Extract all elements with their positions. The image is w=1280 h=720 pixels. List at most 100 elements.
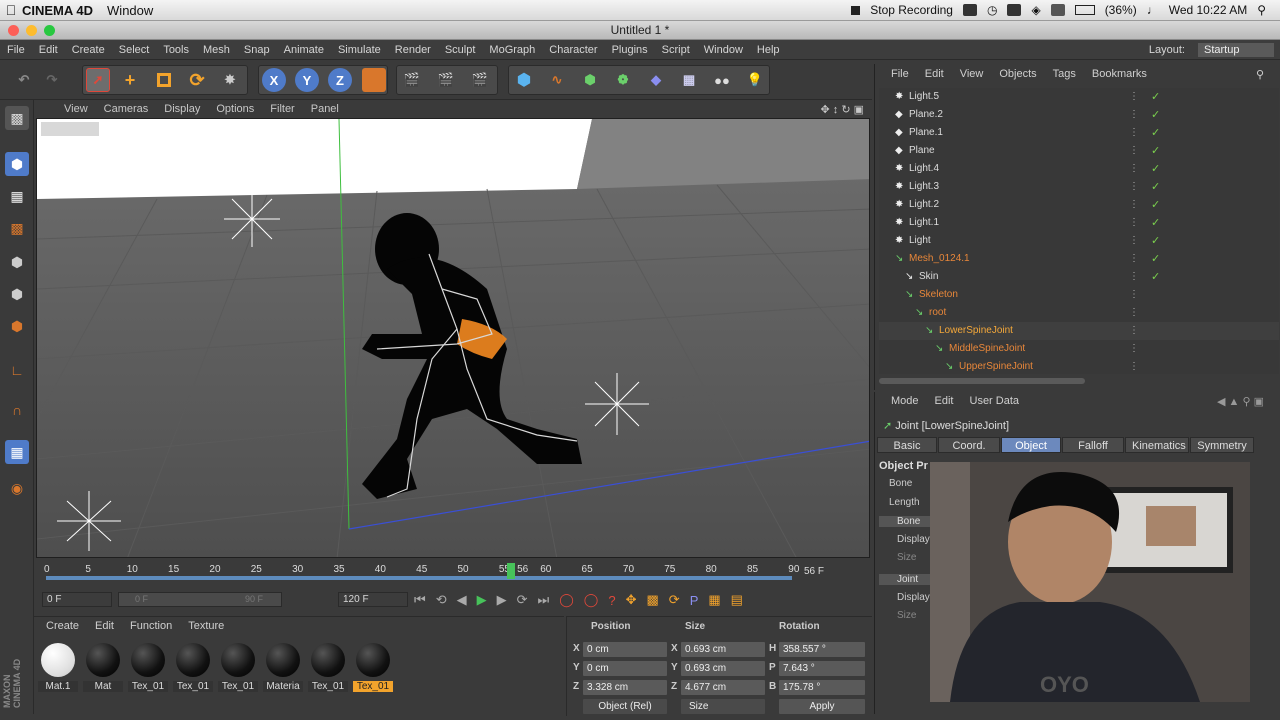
key-rotation-icon[interactable]: ⟳ xyxy=(669,592,680,608)
field-bone[interactable]: Bone xyxy=(889,478,912,489)
object-row[interactable]: ↘ Skin ⋮ ✓ xyxy=(879,268,1279,286)
visibility-dots[interactable]: ⋮ xyxy=(1129,214,1139,232)
mac-menu-window[interactable]: Window xyxy=(107,3,153,18)
coordinate-system-icon[interactable] xyxy=(362,68,386,92)
tab-object[interactable]: Object xyxy=(1001,437,1061,453)
attr-menu-edit[interactable]: Edit xyxy=(927,395,962,408)
visibility-dots[interactable]: ⋮ xyxy=(1129,340,1139,358)
rot-b-field[interactable]: 175.78 ° xyxy=(779,680,865,695)
enabled-check[interactable]: ✓ xyxy=(1151,232,1160,250)
viewport-menu-panel[interactable]: Panel xyxy=(303,103,347,115)
material-item[interactable]: Tex_01 xyxy=(308,641,348,697)
apple-icon[interactable]:  xyxy=(0,2,22,18)
obj-menu-objects[interactable]: Objects xyxy=(991,68,1044,80)
menu-render[interactable]: Render xyxy=(388,44,438,56)
object-name[interactable]: Light.1 xyxy=(909,214,939,232)
planar-workplane-icon[interactable]: ◉ xyxy=(5,476,29,500)
go-to-end-icon[interactable]: ⏭ xyxy=(538,592,550,608)
evernote-icon[interactable] xyxy=(962,4,977,16)
y-axis-button[interactable]: Y xyxy=(295,68,319,92)
object-row[interactable]: ↘ UpperSpineJoint ⋮ xyxy=(879,358,1279,376)
lock-workplane-icon[interactable]: ▦ xyxy=(5,440,29,464)
section-joint[interactable]: Joint xyxy=(879,574,931,585)
object-row[interactable]: ◆ Plane ⋮ ✓ xyxy=(879,142,1279,160)
menu-mograph[interactable]: MoGraph xyxy=(482,44,542,56)
object-name[interactable]: Light xyxy=(909,232,931,250)
object-name[interactable]: Light.2 xyxy=(909,196,939,214)
render-view-icon[interactable]: 🎬 xyxy=(400,68,424,92)
cube-icon[interactable]: ⬢ xyxy=(512,68,536,92)
object-name[interactable]: Light.5 xyxy=(909,88,939,106)
field-bone-display[interactable]: Display xyxy=(897,534,930,545)
visibility-dots[interactable]: ⋮ xyxy=(1129,124,1139,142)
live-selection-icon[interactable]: ➚ xyxy=(86,68,110,92)
menu-edit[interactable]: Edit xyxy=(32,44,65,56)
size-y-field[interactable]: 0.693 cm xyxy=(681,661,765,676)
mat-menu-texture[interactable]: Texture xyxy=(180,620,232,632)
menu-snap[interactable]: Snap xyxy=(237,44,277,56)
tab-falloff[interactable]: Falloff xyxy=(1062,437,1124,453)
key-pla-icon[interactable]: ▦ xyxy=(708,592,720,608)
visibility-dots[interactable]: ⋮ xyxy=(1129,196,1139,214)
floor-icon[interactable]: ▦ xyxy=(677,68,701,92)
object-name[interactable]: Plane.1 xyxy=(909,124,943,142)
object-name[interactable]: MiddleSpineJoint xyxy=(949,340,1025,358)
close-window-button[interactable] xyxy=(8,25,19,36)
render-settings-icon[interactable]: 🎬 xyxy=(468,68,492,92)
play-icon[interactable]: ▶ xyxy=(477,592,487,608)
key-scale-icon[interactable]: ▩ xyxy=(646,592,658,608)
pos-y-field[interactable]: 0 cm xyxy=(583,661,667,676)
object-row[interactable]: ↘ LowerSpineJoint ⋮ xyxy=(879,322,1279,340)
timeline-track[interactable] xyxy=(46,576,792,580)
mat-menu-create[interactable]: Create xyxy=(38,620,87,632)
stop-recording-label[interactable]: Stop Recording xyxy=(870,3,953,17)
menu-select[interactable]: Select xyxy=(112,44,157,56)
viewport-menu-display[interactable]: Display xyxy=(156,103,208,115)
recent-tools-icon[interactable]: ✸ xyxy=(218,68,242,92)
menu-tools[interactable]: Tools xyxy=(156,44,196,56)
preview-range-slider[interactable]: 0 F 90 F xyxy=(118,592,282,607)
menu-animate[interactable]: Animate xyxy=(277,44,331,56)
nurbs-icon[interactable]: ⬢ xyxy=(578,68,602,92)
step-forward-icon[interactable]: ▶ xyxy=(497,592,507,608)
tab-kinematics[interactable]: Kinematics xyxy=(1125,437,1189,453)
object-row[interactable]: ✸ Light.2 ⋮ ✓ xyxy=(879,196,1279,214)
enabled-check[interactable]: ✓ xyxy=(1151,196,1160,214)
rotate-icon[interactable]: ⟳ xyxy=(185,68,209,92)
enabled-check[interactable]: ✓ xyxy=(1151,106,1160,124)
attr-nav-icons[interactable]: ◀ ▲ ⚲ ▣ xyxy=(1209,395,1272,408)
object-name[interactable]: Skeleton xyxy=(919,286,958,304)
scale-icon[interactable] xyxy=(152,68,176,92)
visibility-dots[interactable]: ⋮ xyxy=(1129,142,1139,160)
menu-file[interactable]: File xyxy=(0,44,32,56)
texture-mode-icon[interactable]: ▦ xyxy=(5,184,29,208)
app-status-icon[interactable] xyxy=(1007,4,1022,16)
object-row[interactable]: ↘ root ⋮ xyxy=(879,304,1279,322)
deformer-icon[interactable]: ◆ xyxy=(644,68,668,92)
undo-icon[interactable]: ↶ xyxy=(12,68,36,92)
material-item[interactable]: Mat.1 xyxy=(38,641,78,697)
polygons-mode-icon[interactable]: ⬢ xyxy=(5,314,29,338)
zoom-window-button[interactable] xyxy=(44,25,55,36)
menu-character[interactable]: Character xyxy=(542,44,604,56)
key-parameter-icon[interactable]: P xyxy=(690,593,699,608)
battery-icon[interactable] xyxy=(1074,5,1095,15)
tab-symmetry[interactable]: Symmetry xyxy=(1190,437,1254,453)
mat-menu-function[interactable]: Function xyxy=(122,620,180,632)
object-name[interactable]: Plane xyxy=(909,142,935,160)
current-frame-field[interactable]: 56 F xyxy=(804,566,862,577)
go-to-start-icon[interactable]: ⏮ xyxy=(414,592,426,608)
menu-plugins[interactable]: Plugins xyxy=(605,44,655,56)
loop-icon[interactable]: ⟲ xyxy=(436,592,447,608)
size-x-field[interactable]: 0.693 cm xyxy=(681,642,765,657)
material-item-selected[interactable]: Tex_01 xyxy=(353,641,393,697)
tab-coord[interactable]: Coord. xyxy=(938,437,1000,453)
visibility-dots[interactable]: ⋮ xyxy=(1129,268,1139,286)
visibility-dots[interactable]: ⋮ xyxy=(1129,232,1139,250)
viewport-menu-view[interactable]: View xyxy=(56,103,96,115)
make-editable-icon[interactable]: ▩ xyxy=(5,106,29,130)
enabled-check[interactable]: ✓ xyxy=(1151,214,1160,232)
obj-menu-edit[interactable]: Edit xyxy=(917,68,952,80)
workplane-icon[interactable]: ▩ xyxy=(5,216,29,240)
object-name[interactable]: LowerSpineJoint xyxy=(939,322,1013,340)
